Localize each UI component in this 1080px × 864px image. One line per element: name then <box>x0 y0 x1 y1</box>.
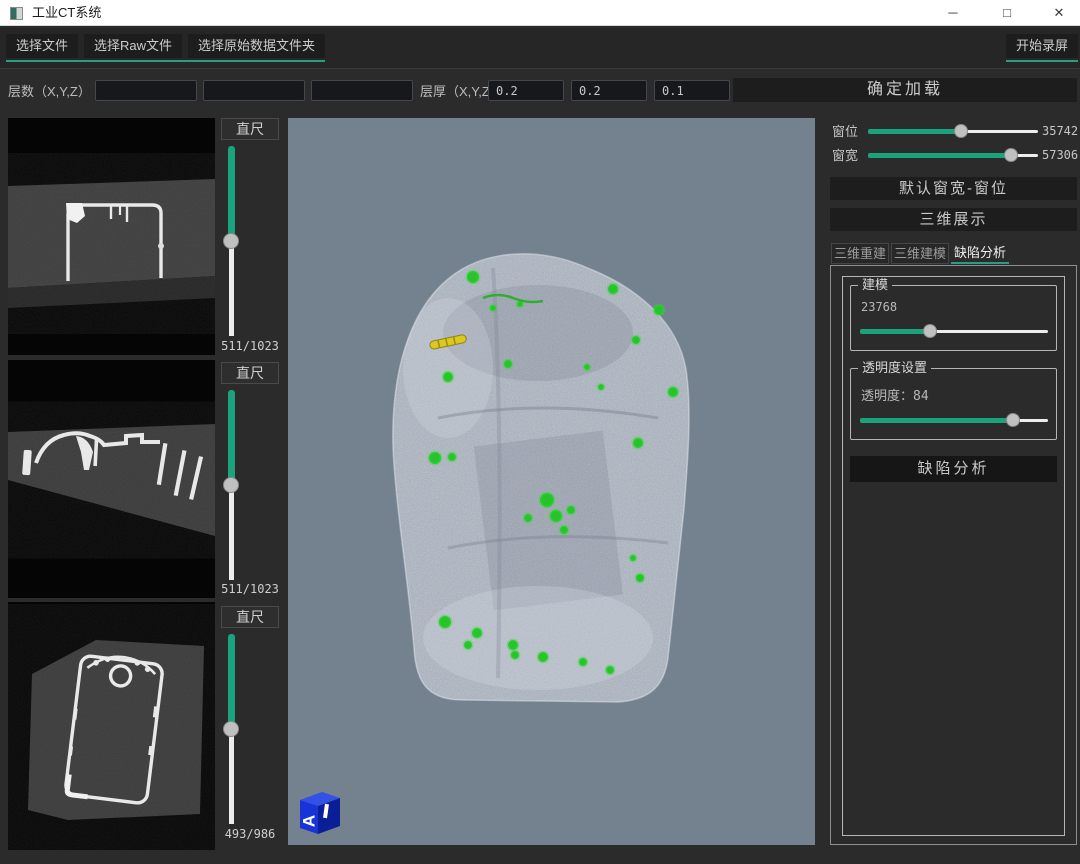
file-button-group: 选择文件 选择Raw文件 选择原始数据文件夹 <box>6 34 325 62</box>
ct-slice-image-1 <box>8 118 215 355</box>
maximize-icon[interactable]: □ <box>990 0 1024 26</box>
slider-handle[interactable] <box>223 477 239 493</box>
logo-letter: A <box>300 815 319 827</box>
slice-slider-1[interactable] <box>223 146 240 336</box>
ct-slice-image-3 <box>8 602 215 850</box>
thickness-z-input[interactable] <box>654 80 730 101</box>
slider-fill <box>228 634 235 729</box>
layers-x-input[interactable] <box>95 80 197 101</box>
slider-fill <box>228 146 235 241</box>
window-width-slider[interactable] <box>868 148 1038 163</box>
slider-track <box>1016 154 1038 157</box>
slider-handle[interactable] <box>1006 413 1020 427</box>
record-button-group: 开始录屏 <box>1006 34 1078 62</box>
slider-track <box>1018 419 1048 422</box>
ruler-button-2[interactable]: 直尺 <box>221 362 279 384</box>
slider-track <box>229 485 234 580</box>
orientation-cube-logo[interactable]: A <box>300 792 341 834</box>
close-icon[interactable]: ✕ <box>1042 0 1076 26</box>
start-recording-button[interactable]: 开始录屏 <box>1006 34 1078 58</box>
slider-fill <box>860 418 1018 423</box>
tab-3d-reconstruction[interactable]: 三维重建 <box>831 243 889 264</box>
thickness-y-input[interactable] <box>571 80 647 101</box>
confirm-load-button[interactable]: 确定加载 <box>733 78 1077 102</box>
modeling-groupbox: 建模 23768 <box>850 285 1057 351</box>
slider-handle[interactable] <box>923 324 937 338</box>
select-raw-file-button[interactable]: 选择Raw文件 <box>84 34 182 58</box>
layers-label: 层数（X,Y,Z） <box>8 82 91 102</box>
slice-slider-2[interactable] <box>223 390 240 580</box>
app-icon <box>10 7 23 20</box>
tab-defect-analysis[interactable]: 缺陷分析 <box>951 243 1009 264</box>
opacity-groupbox: 透明度设置 透明度：84 <box>850 368 1057 440</box>
window-width-value: 57306 <box>1042 148 1078 163</box>
window-level-label: 窗位 <box>832 124 858 139</box>
opacity-group-title: 透明度设置 <box>858 360 931 376</box>
modeling-group-title: 建模 <box>858 277 892 293</box>
minimize-icon[interactable]: ─ <box>936 0 970 26</box>
run-defect-analysis-button[interactable]: 缺陷分析 <box>850 456 1057 482</box>
slice-position-3: 493/986 <box>214 827 286 842</box>
slider-handle[interactable] <box>1004 148 1018 162</box>
opacity-value-label: 透明度：84 <box>861 385 929 404</box>
ct-slice-image-2 <box>8 360 215 598</box>
modeling-threshold-slider[interactable] <box>860 324 1048 339</box>
ct-slice-view-axial[interactable] <box>8 118 215 355</box>
select-raw-folder-button[interactable]: 选择原始数据文件夹 <box>188 34 325 58</box>
slice-position-1: 511/1023 <box>214 339 286 354</box>
industrial-ct-window: 工业CT系统 ─ □ ✕ 选择文件 选择Raw文件 选择原始数据文件夹 开始录屏… <box>0 0 1080 864</box>
window-level-value: 35742 <box>1042 124 1078 139</box>
slider-track <box>962 130 1039 133</box>
slider-track <box>229 729 234 824</box>
slice-position-2: 511/1023 <box>214 582 286 597</box>
layers-y-input[interactable] <box>203 80 305 101</box>
titlebar: 工业CT系统 ─ □ ✕ <box>0 0 1080 26</box>
ruler-button-1[interactable]: 直尺 <box>221 118 279 140</box>
window-level-slider[interactable] <box>868 124 1038 139</box>
slider-fill <box>860 329 928 334</box>
ct-slice-view-sagittal[interactable] <box>8 602 215 850</box>
slider-handle[interactable] <box>223 233 239 249</box>
slider-track <box>928 330 1048 333</box>
window-title: 工业CT系统 <box>32 0 101 26</box>
display-3d-button[interactable]: 三维展示 <box>830 208 1077 231</box>
slider-track <box>229 241 234 336</box>
slider-fill <box>868 129 962 134</box>
tab-3d-modeling[interactable]: 三维建模 <box>891 243 949 264</box>
toolbar: 选择文件 选择Raw文件 选择原始数据文件夹 开始录屏 <box>0 27 1080 69</box>
default-ww-wl-button[interactable]: 默认窗宽-窗位 <box>830 177 1077 200</box>
modeling-threshold-value: 23768 <box>861 300 897 314</box>
select-file-button[interactable]: 选择文件 <box>6 34 78 58</box>
slider-fill <box>228 390 235 485</box>
slider-handle[interactable] <box>223 721 239 737</box>
thickness-x-input[interactable] <box>488 80 564 101</box>
window-width-label: 窗宽 <box>832 148 858 163</box>
opacity-slider[interactable] <box>860 413 1048 428</box>
ct-slice-view-coronal[interactable] <box>8 360 215 598</box>
3d-model-render: A <box>288 118 815 845</box>
layers-z-input[interactable] <box>311 80 413 101</box>
slider-handle[interactable] <box>954 124 968 138</box>
ruler-button-3[interactable]: 直尺 <box>221 606 279 628</box>
slice-slider-3[interactable] <box>223 634 240 824</box>
3d-viewport[interactable]: A <box>288 118 815 845</box>
slider-fill <box>868 153 1016 158</box>
